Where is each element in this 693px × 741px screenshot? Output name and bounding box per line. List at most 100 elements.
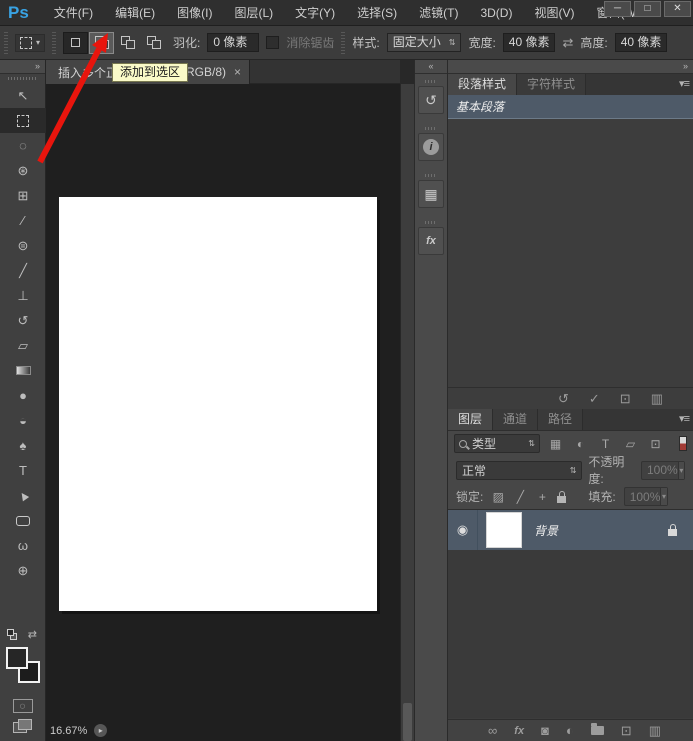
swap-colors-icon[interactable]: ⇄ (28, 628, 37, 641)
new-adjustment-layer-icon[interactable]: ◐ (566, 723, 574, 738)
dock-history-panel-button[interactable]: ↺ (417, 77, 445, 114)
clear-override-icon[interactable]: ↺ (558, 391, 569, 407)
link-layers-icon[interactable]: ∞ (488, 723, 497, 738)
dock-header[interactable]: « (415, 60, 447, 74)
scrollbar-thumb[interactable] (403, 703, 412, 741)
default-colors-front-icon[interactable] (7, 629, 14, 636)
tools-panel-header[interactable]: » (0, 60, 45, 74)
panel-menu-icon[interactable]: ▾≡ (679, 77, 690, 90)
menu-layer[interactable]: 图层(L) (223, 0, 284, 26)
tool-blur[interactable]: ● (0, 383, 46, 408)
antialias-checkbox[interactable] (266, 36, 280, 49)
layer-style-fx-icon[interactable]: fx (514, 725, 524, 737)
style-item-basic-paragraph[interactable]: 基本段落 (448, 95, 693, 119)
document-canvas[interactable] (59, 197, 377, 611)
tool-pen[interactable]: ♠ (0, 433, 46, 458)
tool-lasso[interactable]: ◌ (0, 133, 46, 158)
tool-dodge[interactable]: ◒ (0, 408, 46, 433)
layer-visibility-toggle[interactable]: ◉ (448, 510, 478, 550)
maximize-button[interactable]: □ (634, 1, 661, 17)
zoom-level-field[interactable]: 16.67% (50, 725, 87, 737)
tab-layers[interactable]: 图层 (448, 409, 494, 430)
layers-menu-icon[interactable]: ▾≡ (679, 412, 690, 425)
panel-dock-header[interactable]: » (448, 60, 693, 74)
tool-history-brush[interactable]: ↺ (0, 308, 46, 333)
intersect-selection-button[interactable] (141, 32, 166, 54)
menu-select[interactable]: 选择(S) (346, 0, 408, 26)
quick-mask-button[interactable]: ◌ (12, 699, 33, 713)
tool-eyedropper[interactable]: ∕ (0, 208, 46, 233)
filter-kind-select[interactable]: 类型 ⇅ (454, 434, 540, 453)
status-menu-icon[interactable]: ▸ (94, 724, 108, 737)
height-input[interactable]: 40 像素 (614, 33, 668, 52)
menu-view[interactable]: 视图(V) (523, 0, 585, 26)
add-layer-mask-icon[interactable]: ◙ (541, 723, 549, 738)
tool-crop[interactable]: ⊞ (0, 183, 46, 208)
vertical-scrollbar[interactable] (400, 84, 414, 741)
menu-3d[interactable]: 3D(D) (469, 0, 523, 26)
menu-file[interactable]: 文件(F) (43, 0, 104, 26)
tool-healing-brush[interactable]: ⊜ (0, 233, 46, 258)
width-input[interactable]: 40 像素 (502, 33, 556, 52)
lock-all-icon[interactable] (557, 490, 567, 503)
tool-brush[interactable]: ╱ (0, 258, 46, 283)
layer-row-background[interactable]: ◉ 背景 (448, 510, 693, 550)
close-button[interactable]: ✕ (664, 1, 691, 17)
new-selection-button[interactable] (63, 31, 89, 54)
new-style-icon[interactable]: ⊡ (620, 391, 631, 407)
style-select[interactable]: 固定大小 ⇅ (386, 33, 462, 52)
tab-character-styles[interactable]: 字符样式 (517, 74, 587, 95)
dock-styles-panel-button[interactable]: fx (417, 218, 445, 255)
screen-mode-button[interactable] (12, 719, 33, 735)
new-group-icon[interactable] (590, 723, 604, 735)
subtract-from-selection-button[interactable] (115, 32, 140, 54)
delete-layer-icon[interactable]: ▥ (649, 723, 661, 739)
fill-field[interactable]: 100% ▾ (623, 487, 668, 506)
fill-dropdown-icon[interactable]: ▾ (660, 488, 667, 505)
tool-gradient[interactable] (0, 358, 46, 383)
lock-transparent-pixels-icon[interactable]: ▨ (491, 490, 505, 504)
tool-clone-stamp[interactable]: ⊥ (0, 283, 46, 308)
filter-toggle-switch[interactable] (679, 436, 687, 451)
tool-move[interactable]: ↖ (0, 83, 46, 108)
filter-shape-layers-icon[interactable]: ▱ (621, 437, 640, 451)
tool-path-selection[interactable]: ▲ (0, 483, 46, 508)
opacity-field[interactable]: 100% ▾ (641, 460, 685, 480)
delete-style-icon[interactable]: ▥ (651, 391, 663, 407)
dock-info-panel-button[interactable]: i (417, 124, 445, 161)
filter-smart-objects-icon[interactable]: ⊡ (646, 437, 665, 451)
tool-eraser[interactable]: ▱ (0, 333, 46, 358)
tab-paths[interactable]: 路径 (538, 409, 584, 430)
menu-type[interactable]: 文字(Y) (284, 0, 346, 26)
tool-quick-selection[interactable]: ⊛ (0, 158, 46, 183)
menu-edit[interactable]: 编辑(E) (104, 0, 166, 26)
tool-rounded-rectangle[interactable] (0, 508, 46, 533)
tool-hand[interactable]: ω (0, 533, 46, 558)
tool-type[interactable]: T (0, 458, 46, 483)
opacity-dropdown-icon[interactable]: ▾ (677, 461, 684, 479)
filter-pixel-layers-icon[interactable]: ▦ (546, 437, 565, 451)
tab-close-icon[interactable]: × (234, 65, 241, 79)
add-to-selection-button[interactable] (89, 31, 115, 54)
dock-swatches-panel-button[interactable]: ▦ (417, 171, 445, 208)
lock-position-icon[interactable]: + (535, 490, 549, 504)
menu-image[interactable]: 图像(I) (166, 0, 223, 26)
menu-filter[interactable]: 滤镜(T) (408, 0, 469, 26)
tool-zoom[interactable]: ⊕ (0, 558, 46, 583)
redefine-style-icon[interactable]: ✓ (589, 391, 600, 407)
layer-thumbnail[interactable] (486, 512, 522, 548)
filter-type-layers-icon[interactable]: T (596, 437, 615, 451)
swap-dimensions-icon[interactable]: ⇄ (562, 35, 573, 51)
background-lock-icon[interactable] (668, 524, 677, 536)
tab-channels[interactable]: 通道 (493, 409, 539, 430)
blend-mode-select[interactable]: 正常 ⇅ (456, 460, 583, 480)
new-layer-icon[interactable]: ⊡ (621, 723, 632, 739)
tool-preset-picker[interactable]: ▾ (15, 33, 46, 52)
foreground-color-swatch[interactable] (6, 647, 28, 669)
minimize-button[interactable]: ─ (604, 1, 631, 17)
lock-image-pixels-icon[interactable]: ╱ (513, 490, 527, 504)
filter-adjustment-layers-icon[interactable]: ◐ (571, 437, 590, 451)
tab-paragraph-styles[interactable]: 段落样式 (448, 74, 518, 95)
feather-input[interactable]: 0 像素 (207, 33, 260, 52)
tool-rectangular-marquee[interactable] (0, 108, 46, 133)
